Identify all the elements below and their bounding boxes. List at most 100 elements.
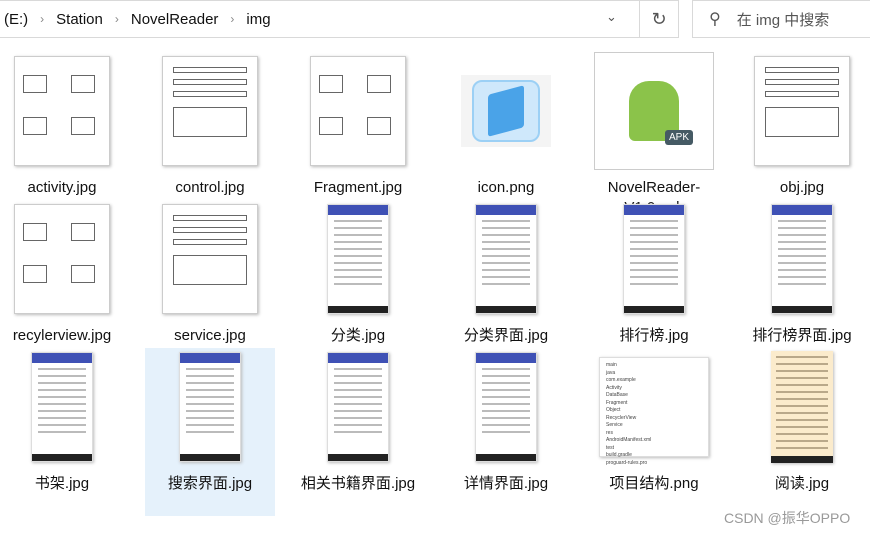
- breadcrumb-img[interactable]: img: [246, 11, 270, 28]
- screenshot-thumbnail: [475, 204, 537, 314]
- screenshot-thumbnail: [771, 204, 833, 314]
- file-thumbnail[interactable]: [737, 348, 867, 466]
- document-thumbnail: [14, 56, 110, 166]
- document-thumbnail: [14, 204, 110, 314]
- file-thumbnail[interactable]: [589, 200, 719, 318]
- file-name[interactable]: 阅读.jpg: [732, 474, 870, 494]
- file-thumbnail[interactable]: [0, 348, 127, 466]
- android-apk-icon: APK: [594, 52, 714, 170]
- file-thumbnail[interactable]: [145, 348, 275, 466]
- file-item[interactable]: service.jpg: [136, 200, 284, 348]
- chevron-right-icon[interactable]: ›: [40, 12, 44, 26]
- breadcrumb-drive[interactable]: (E:): [4, 11, 28, 28]
- breadcrumb-novelreader[interactable]: NovelReader: [131, 11, 219, 28]
- file-name[interactable]: activity.jpg: [0, 178, 132, 198]
- file-thumbnail[interactable]: [737, 52, 867, 170]
- tree-line: Object: [606, 407, 621, 413]
- tree-line: proguard-rules.pro: [606, 459, 648, 466]
- file-thumbnail[interactable]: [0, 52, 127, 170]
- tree-line: main: [606, 362, 617, 368]
- file-item[interactable]: obj.jpg: [728, 52, 870, 220]
- tree-line: Service: [606, 422, 623, 428]
- screenshot-thumbnail: [31, 352, 93, 462]
- file-thumbnail[interactable]: [293, 200, 423, 318]
- project-tree-thumbnail: main java com.example Activity DataBase Fragm…: [599, 357, 709, 466]
- refresh-icon: ↻: [651, 8, 667, 29]
- file-name[interactable]: 项目结构.png: [584, 474, 724, 494]
- screenshot-thumbnail: [327, 204, 389, 314]
- file-item[interactable]: 搜索界面.jpg: [136, 348, 284, 516]
- file-name[interactable]: obj.jpg: [732, 178, 870, 198]
- tree-line: DataBase: [606, 392, 628, 398]
- tree-line: com.example: [606, 377, 636, 383]
- tree-line: Activity: [606, 384, 622, 391]
- file-item[interactable]: APKNovelReader-V1.0.apk: [580, 52, 728, 220]
- screenshot-thumbnail: [327, 352, 389, 462]
- chevron-right-icon[interactable]: ›: [230, 12, 234, 26]
- file-thumbnail[interactable]: APK: [589, 52, 719, 170]
- file-item[interactable]: recylerview.jpg: [0, 200, 136, 348]
- file-item[interactable]: Fragment.jpg: [284, 52, 432, 220]
- file-item[interactable]: 详情界面.jpg: [432, 348, 580, 496]
- file-name[interactable]: 详情界面.jpg: [436, 474, 576, 494]
- refresh-button[interactable]: ↻: [640, 0, 679, 38]
- file-thumbnail[interactable]: [441, 52, 571, 170]
- watermark: CSDN @振华OPPO: [724, 510, 851, 526]
- tree-line: RecyclerView: [606, 414, 637, 421]
- tree-line: Fragment: [606, 399, 628, 406]
- file-thumbnail[interactable]: main java com.example Activity DataBase Fragm…: [589, 348, 719, 466]
- tree-line: java: [606, 369, 616, 376]
- file-item[interactable]: main java com.example Activity DataBase Fragm…: [580, 348, 728, 496]
- tree-line: build.gradle: [606, 452, 632, 458]
- file-name[interactable]: Fragment.jpg: [288, 178, 428, 198]
- file-thumbnail[interactable]: [293, 348, 423, 466]
- document-thumbnail: [162, 204, 258, 314]
- file-thumbnail[interactable]: [441, 348, 571, 466]
- address-bar[interactable]: (E:) › Station › NovelReader › img ⌄: [0, 0, 640, 38]
- search-icon: ⚲: [709, 11, 721, 28]
- file-thumbnail[interactable]: [293, 52, 423, 170]
- file-thumbnail[interactable]: [145, 200, 275, 318]
- file-name[interactable]: 相关书籍界面.jpg: [288, 474, 428, 494]
- file-grid: activity.jpg control.jpg Fragment.jpg icon.…: [0, 52, 870, 516]
- document-thumbnail: [162, 56, 258, 166]
- chevron-right-icon[interactable]: ›: [115, 12, 119, 26]
- file-name[interactable]: service.jpg: [140, 326, 280, 346]
- file-name[interactable]: 分类.jpg: [288, 326, 428, 346]
- breadcrumb-station[interactable]: Station: [56, 11, 103, 28]
- tree-line: test: [606, 444, 615, 451]
- file-item[interactable]: 分类界面.jpg: [432, 200, 580, 348]
- file-name[interactable]: 书架.jpg: [0, 474, 132, 494]
- file-item[interactable]: 相关书籍界面.jpg: [284, 348, 432, 496]
- file-item[interactable]: activity.jpg: [0, 52, 136, 220]
- tree-line: AndroidManifest.xml: [606, 437, 652, 443]
- document-thumbnail: [754, 56, 850, 166]
- file-name[interactable]: control.jpg: [140, 178, 280, 198]
- file-name[interactable]: icon.png: [436, 178, 576, 198]
- file-thumbnail[interactable]: [145, 52, 275, 170]
- book-icon: [461, 75, 551, 147]
- file-name[interactable]: 搜索界面.jpg: [140, 474, 280, 494]
- chevron-down-icon[interactable]: ⌄: [606, 9, 617, 25]
- file-thumbnail[interactable]: [441, 200, 571, 318]
- search-input[interactable]: ⚲ 在 img 中搜索: [692, 0, 870, 38]
- file-name[interactable]: 排行榜.jpg: [584, 326, 724, 346]
- screenshot-thumbnail: [179, 352, 241, 462]
- reader-thumbnail: [771, 351, 833, 463]
- file-item[interactable]: 阅读.jpg: [728, 348, 870, 496]
- file-item[interactable]: 排行榜.jpg: [580, 200, 728, 348]
- file-thumbnail[interactable]: [737, 200, 867, 318]
- screenshot-thumbnail: [475, 352, 537, 462]
- file-item[interactable]: 分类.jpg: [284, 200, 432, 348]
- tree-line: res: [606, 429, 613, 436]
- search-placeholder: 在 img 中搜索: [736, 11, 830, 29]
- file-item[interactable]: control.jpg: [136, 52, 284, 220]
- document-thumbnail: [310, 56, 406, 166]
- file-thumbnail[interactable]: [0, 200, 127, 318]
- file-item[interactable]: 书架.jpg: [0, 348, 136, 496]
- file-name[interactable]: 排行榜界面.jpg: [732, 326, 870, 346]
- file-name[interactable]: 分类界面.jpg: [436, 326, 576, 346]
- file-item[interactable]: 排行榜界面.jpg: [728, 200, 870, 348]
- file-name[interactable]: recylerview.jpg: [0, 326, 132, 346]
- file-item[interactable]: icon.png: [432, 52, 580, 220]
